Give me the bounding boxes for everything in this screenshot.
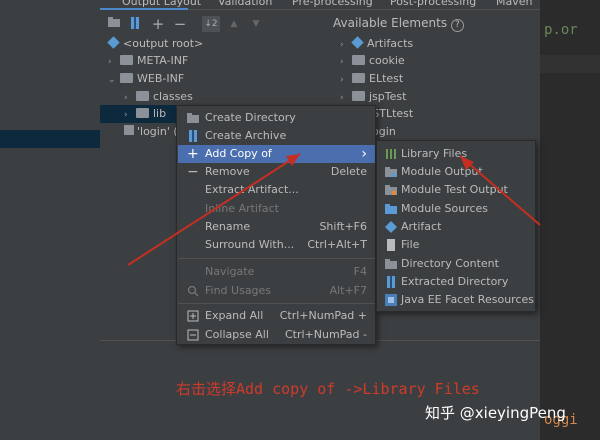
arrow-to-library-files (459, 155, 541, 226)
watermark: 知乎 @xieyingPeng (425, 404, 566, 422)
annotation-arrows (127, 153, 541, 266)
arrowhead-library-files (460, 156, 474, 170)
arrow-to-add-copy (127, 153, 301, 266)
annotation-text: 右击选择Add copy of ->Library Files (176, 380, 480, 398)
arrowhead-add-copy (286, 154, 300, 166)
